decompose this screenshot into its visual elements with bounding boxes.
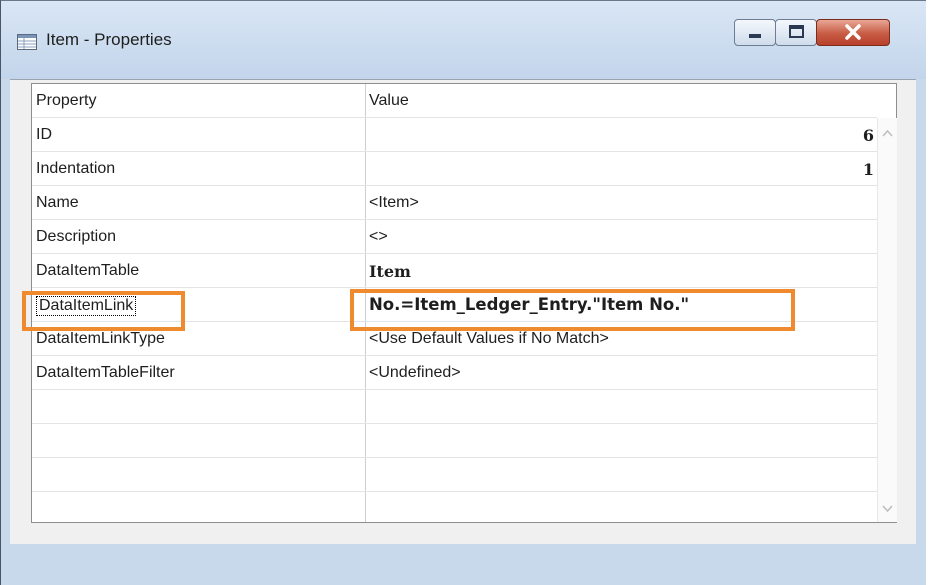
client-area: Property Value ID 6 Indentation 1 Name <… [10, 79, 916, 544]
minimize-button[interactable] [734, 19, 776, 46]
table-row[interactable]: ID 6 [32, 118, 877, 152]
vertical-scrollbar[interactable] [877, 118, 897, 522]
property-highlight-box [22, 291, 185, 331]
title-bar[interactable]: Item - Properties [1, 1, 926, 79]
table-row[interactable]: Name <Item> [32, 186, 877, 220]
property-value[interactable]: <> [369, 228, 388, 246]
table-icon [17, 34, 37, 50]
property-value[interactable]: <Undefined> [369, 364, 461, 382]
window-title: Item - Properties [46, 30, 172, 49]
empty-row [32, 458, 877, 492]
table-row[interactable]: Description <> [32, 220, 877, 254]
properties-window: Item - Properties Property Value ID 6 In… [0, 0, 926, 585]
value-column-header[interactable]: Value [369, 92, 409, 110]
table-row[interactable]: Indentation 1 [32, 152, 877, 186]
property-name: Indentation [36, 160, 116, 177]
empty-row [32, 492, 877, 526]
close-icon [845, 24, 861, 40]
property-value[interactable]: <Item> [369, 194, 419, 212]
property-value[interactable]: 6 [863, 126, 874, 145]
property-name: DataItemTable [36, 262, 140, 279]
property-value[interactable]: Item [369, 262, 411, 281]
maximize-button[interactable] [775, 19, 817, 46]
value-highlight-box [350, 289, 795, 331]
grid-header: Property Value [32, 84, 877, 118]
table-row[interactable]: DataItemTable Item [32, 254, 877, 288]
empty-row [32, 390, 877, 424]
scrollbar-corner [877, 84, 896, 118]
property-name: ID [36, 126, 52, 143]
scroll-down-icon[interactable] [878, 498, 897, 518]
property-name: Description [36, 228, 117, 245]
minimize-icon [749, 34, 761, 38]
empty-row [32, 424, 877, 458]
scroll-up-icon[interactable] [878, 124, 897, 144]
maximize-icon [789, 25, 804, 38]
property-name: DataItemTableFilter [36, 364, 175, 381]
property-name: Name [36, 194, 79, 211]
close-button[interactable] [816, 19, 890, 46]
property-name: DataItemLinkType [36, 330, 165, 347]
property-column-header[interactable]: Property [36, 92, 96, 110]
table-row[interactable]: DataItemTableFilter <Undefined> [32, 356, 877, 390]
property-value[interactable]: 1 [863, 160, 874, 179]
property-value[interactable]: <Use Default Values if No Match> [369, 330, 609, 348]
